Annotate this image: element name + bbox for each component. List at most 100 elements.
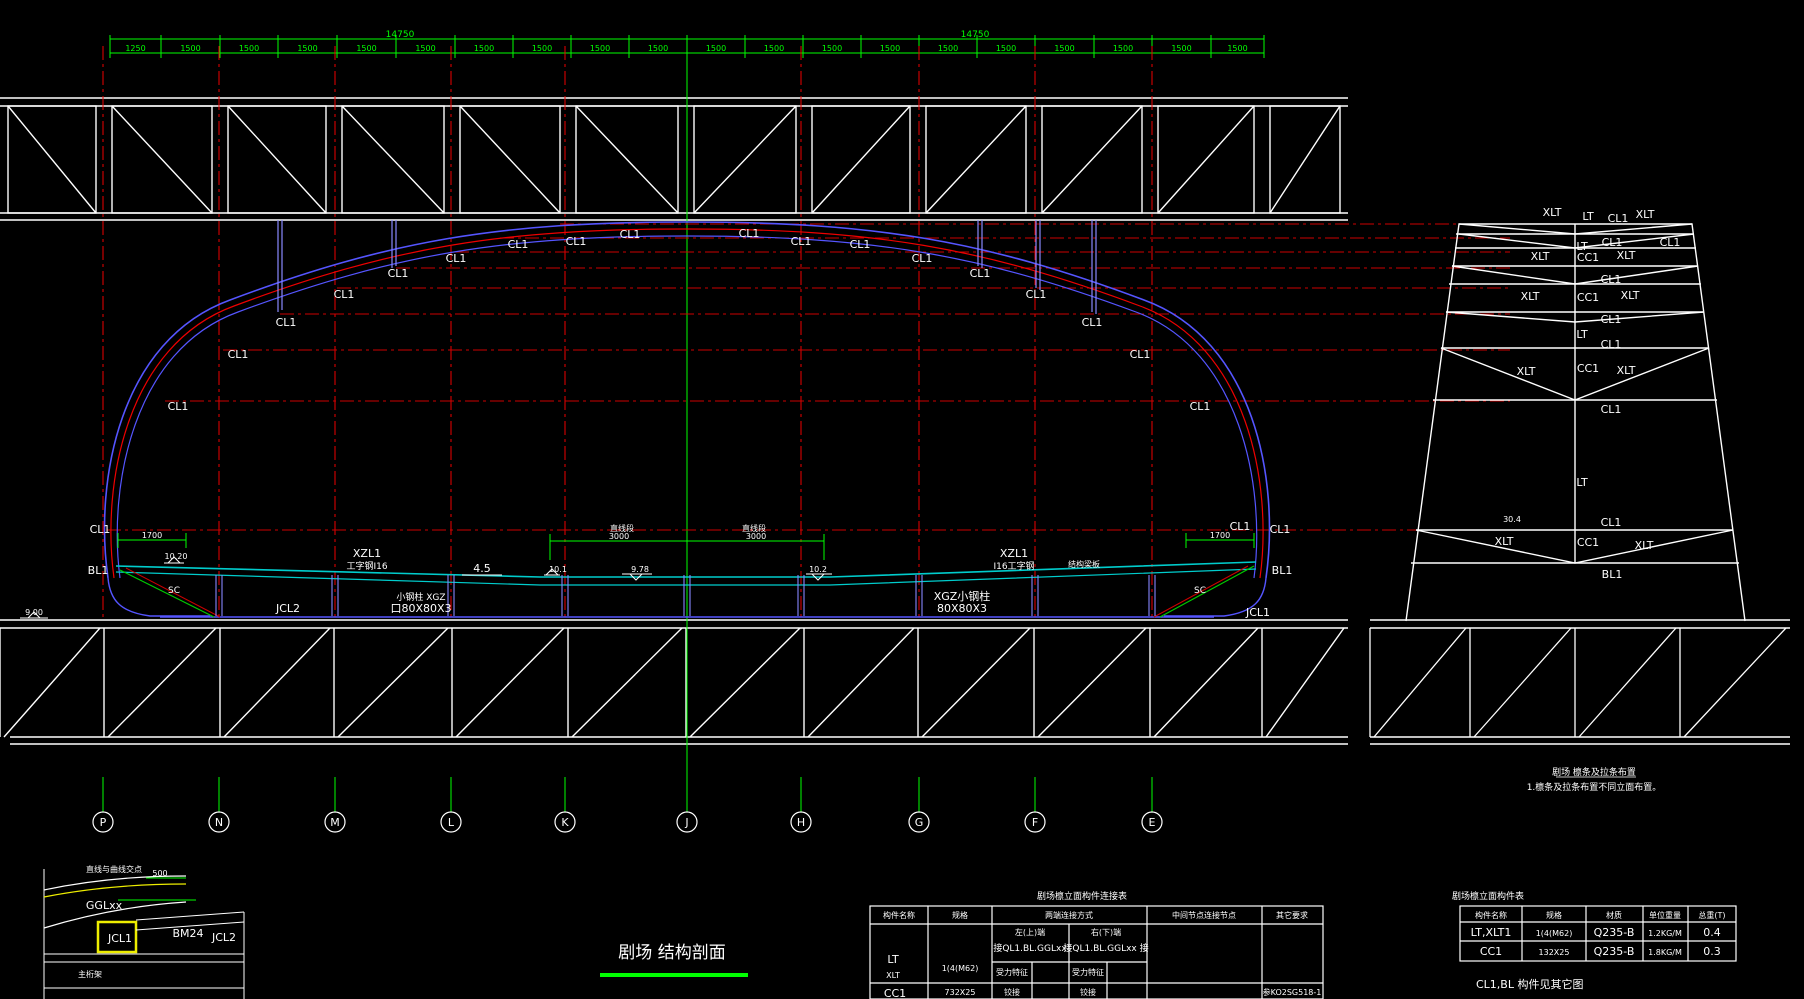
cl1-label: CL1 [1082, 316, 1103, 329]
mat-cell: 0.3 [1703, 945, 1721, 958]
top-dim-value: 1500 [415, 44, 435, 53]
conn-header: 构件名称 [883, 910, 915, 920]
side-member-label: LT [1576, 240, 1588, 253]
mat-cell: Q235-B [1594, 945, 1635, 958]
cl1-label: CL1 [912, 252, 933, 265]
conn-header: 规格 [952, 910, 968, 920]
side-member-label: LT [1576, 328, 1588, 341]
jcl1-mini-label: JCL1 [107, 932, 132, 945]
conn-row-name2: XLT [886, 971, 900, 980]
axis-label: F [1032, 816, 1038, 829]
axis-center-lines [102, 40, 1153, 780]
top-dim-value: 1500 [1113, 44, 1133, 53]
conn-row-name: LT [887, 953, 899, 966]
side-elevation-labels: XLT LT CL1 XLTXLT CC1 XLTCL1LT CL1CL1XLT CC1 XLT… [1495, 206, 1681, 581]
xzl1-left: XZL1 [353, 547, 381, 560]
i16-left: 工字钢I16 [346, 560, 387, 572]
left-offset-dim: 1700 [142, 531, 162, 540]
conn-header: 两端连接方式 [1045, 910, 1093, 920]
drawing-title: 剧场 结构剖面 [618, 943, 725, 963]
mat-header: 规格 [1546, 910, 1562, 920]
xgz-left-size: 口80X80X3 [390, 602, 451, 615]
cl1-right-bottom: CL1 [1230, 520, 1251, 533]
top-dim-value: 1500 [880, 44, 900, 53]
mat-header: 总重(T) [1698, 910, 1725, 920]
cl1-label: CL1 [850, 238, 871, 251]
ggl-label: GGLxx [86, 899, 123, 912]
cl1-label: CL1 [1190, 400, 1211, 413]
side-member-label: XLT [1521, 290, 1540, 303]
top-dim-value: 1500 [938, 44, 958, 53]
top-total-dim-left: 14750 [386, 30, 415, 40]
cl1-labels: CL1 CL1 CL1 CL1 CL1 CL1 CL1 CL1 CL1 CL1 CL1 CL1 CL1 C… [168, 227, 1211, 413]
level-left: 9.00 [25, 608, 43, 617]
side-note-line: 1.檩条及拉条布置不同立面布置。 [1527, 781, 1662, 793]
side-member-label: XLT [1617, 364, 1636, 377]
axis-label: N [215, 816, 223, 829]
conn-header: 中间节点连接节点 [1172, 910, 1236, 920]
bl1-right: BL1 [1272, 564, 1293, 577]
side-member-label: XLT [1621, 289, 1640, 302]
cl1-label: CL1 [276, 316, 297, 329]
side-member-label: CC1 [1577, 362, 1599, 375]
top-dim-value: 1500 [1171, 44, 1191, 53]
top-dim-value: 1500 [706, 44, 726, 53]
cad-drawing: 14750 14750 1250 1500 1500 1500 1500 1500 1500… [0, 30, 1790, 999]
axis-label: K [561, 816, 569, 829]
top-dim-value: 1500 [239, 44, 259, 53]
axis-label: L [448, 816, 455, 829]
top-dim-value: 1500 [822, 44, 842, 53]
conn-sub-right: 右(下)端 [1091, 927, 1121, 937]
cl1-label: CL1 [739, 227, 760, 240]
side-member-label: CC1 [1577, 536, 1599, 549]
xzl1-right: XZL1 [1000, 547, 1028, 560]
side-dim: 30.4 [1503, 515, 1521, 524]
side-member-label: XLT [1517, 365, 1536, 378]
conn-sub-left-val: 接QL1.BL.GGLxx [993, 942, 1067, 954]
conn-force-left: 受力特征 [996, 967, 1028, 977]
cl1-label: CL1 [334, 288, 355, 301]
axis-label: G [915, 816, 924, 829]
cl1-left-bottom: CL1 [90, 523, 111, 536]
cl1-label: CL1 [228, 348, 249, 361]
top-dim-value: 1250 [125, 44, 145, 53]
top-dim-value: 1500 [180, 44, 200, 53]
cl1-label: CL1 [446, 252, 467, 265]
deck-posts [215, 575, 1156, 616]
conn-sub-left: 左(上)端 [1015, 927, 1045, 937]
side-member-label: CL1 [1602, 236, 1623, 249]
side-elevation [1405, 223, 1746, 622]
side-note-title: 剧场 檩条及拉条布置 [1552, 766, 1636, 778]
conn-table-caption: 剧场檩立面构件连接表 [1037, 890, 1127, 902]
side-member-label: CC1 [1577, 291, 1599, 304]
conn-row-right: 铰接 [1080, 987, 1096, 997]
mat-table-caption: 剧场檩立面构件表 [1452, 890, 1524, 902]
side-member-label: XLT [1636, 208, 1655, 221]
side-member-label: CL1 [1608, 212, 1629, 225]
mat-footnote: CL1,BL 构件见其它图 [1476, 977, 1583, 991]
sc-right: SC [1194, 586, 1206, 596]
conn-row-spec: 1(4(M62) [942, 964, 979, 973]
mat-header: 单位重量 [1649, 910, 1681, 920]
axis-label: J [684, 816, 688, 829]
right-offset-dim: 1700 [1210, 531, 1230, 540]
side-member-label: CL1 [1601, 338, 1622, 351]
top-dim-value: 1500 [474, 44, 494, 53]
top-dim-value: 1500 [297, 44, 317, 53]
conn-header: 其它要求 [1276, 910, 1308, 920]
mat-cell: 132X25 [1539, 948, 1570, 957]
cl1-label: CL1 [566, 235, 587, 248]
bottom-truss [0, 619, 1790, 745]
bl1-left: BL1 [88, 564, 109, 577]
cl1-label: CL1 [1026, 288, 1047, 301]
top-dim-value: 1500 [996, 44, 1016, 53]
cl1-label: CL1 [791, 235, 812, 248]
top-dim-value: 1500 [1227, 44, 1247, 53]
mat-cell: Q235-B [1594, 926, 1635, 939]
sc-left: SC [168, 586, 180, 596]
side-member-label: CL1 [1601, 313, 1622, 326]
conn-sub-right-val: 接QL1.BL.GGLxx 接 [1063, 942, 1148, 954]
cl1-label: CL1 [970, 267, 991, 280]
side-member-label: LT [1582, 210, 1594, 223]
xgz-right-label: XGZ小钢柱 [934, 589, 991, 603]
